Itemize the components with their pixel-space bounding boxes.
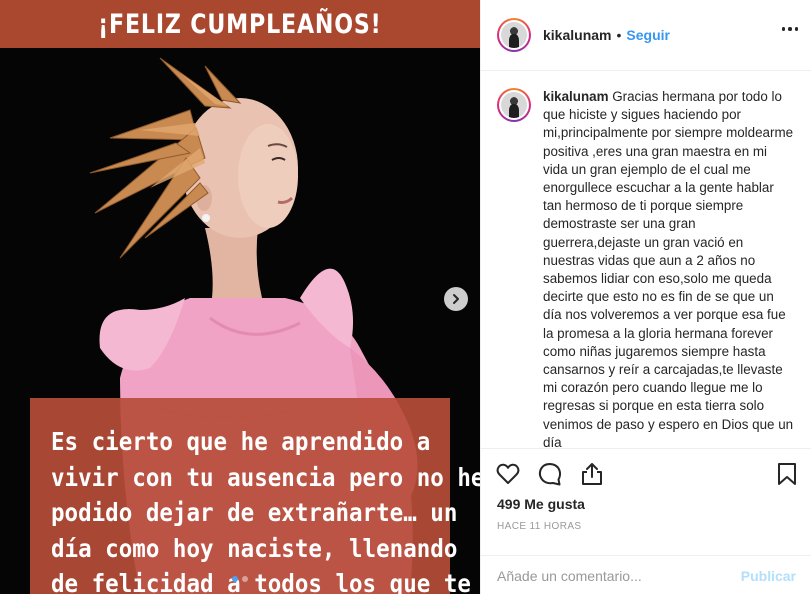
caption: kikalunam Gracias hermana por todo lo qu… bbox=[543, 88, 795, 448]
header-username[interactable]: kikalunam bbox=[543, 27, 611, 43]
follow-button[interactable]: Seguir bbox=[626, 27, 670, 43]
carousel-next-button[interactable] bbox=[444, 287, 468, 311]
header-separator: • bbox=[616, 27, 622, 43]
comment-icon[interactable] bbox=[537, 461, 563, 487]
chevron-right-icon bbox=[453, 294, 459, 304]
quote-line: día como hoy naciste, llenando bbox=[51, 533, 458, 563]
banner-text: ¡FELIZ CUMPLEAÑOS! bbox=[98, 8, 382, 40]
birthday-banner: ¡FELIZ CUMPLEAÑOS! bbox=[0, 0, 480, 48]
post-sidebar: kikalunam • Seguir kikalunam Gracias her… bbox=[480, 0, 811, 594]
quote-text: Es cierto que he aprendido a vivir con t… bbox=[30, 424, 480, 594]
carousel-dot-active bbox=[232, 576, 238, 582]
publish-button[interactable]: Publicar bbox=[741, 568, 796, 584]
quote-line: podido dejar de extrañarte… un bbox=[51, 498, 458, 527]
quote-line: vivir con tu ausencia pero no he bbox=[51, 462, 480, 492]
likes-count[interactable]: 499 Me gusta bbox=[497, 496, 585, 512]
bookmark-icon[interactable] bbox=[774, 461, 800, 487]
post-actions: 499 Me gusta HACE 11 HORAS Publicar bbox=[481, 448, 811, 594]
avatar[interactable] bbox=[497, 18, 531, 52]
post-image[interactable]: ¡FELIZ CUMPLEAÑOS! Es cierto que he apre… bbox=[0, 0, 480, 594]
post-timestamp[interactable]: HACE 11 HORAS bbox=[497, 521, 581, 532]
comment-input[interactable] bbox=[497, 567, 741, 584]
share-icon[interactable] bbox=[579, 461, 605, 487]
ellipsis-icon[interactable] bbox=[781, 27, 798, 31]
caption-username[interactable]: kikalunam bbox=[543, 89, 609, 104]
comment-bar: Publicar bbox=[481, 555, 811, 594]
carousel-dot bbox=[242, 576, 248, 582]
caption-avatar[interactable] bbox=[497, 88, 531, 122]
post-header: kikalunam • Seguir bbox=[481, 0, 811, 71]
comments-area[interactable]: kikalunam Gracias hermana por todo lo qu… bbox=[481, 72, 811, 448]
carousel-indicator bbox=[0, 576, 480, 582]
quote-line: Es cierto que he aprendido a bbox=[51, 427, 431, 456]
caption-text: Gracias hermana por todo lo que hiciste … bbox=[543, 89, 794, 448]
heart-icon[interactable] bbox=[495, 461, 521, 487]
quote-overlay: Es cierto que he aprendido a vivir con t… bbox=[30, 398, 480, 594]
